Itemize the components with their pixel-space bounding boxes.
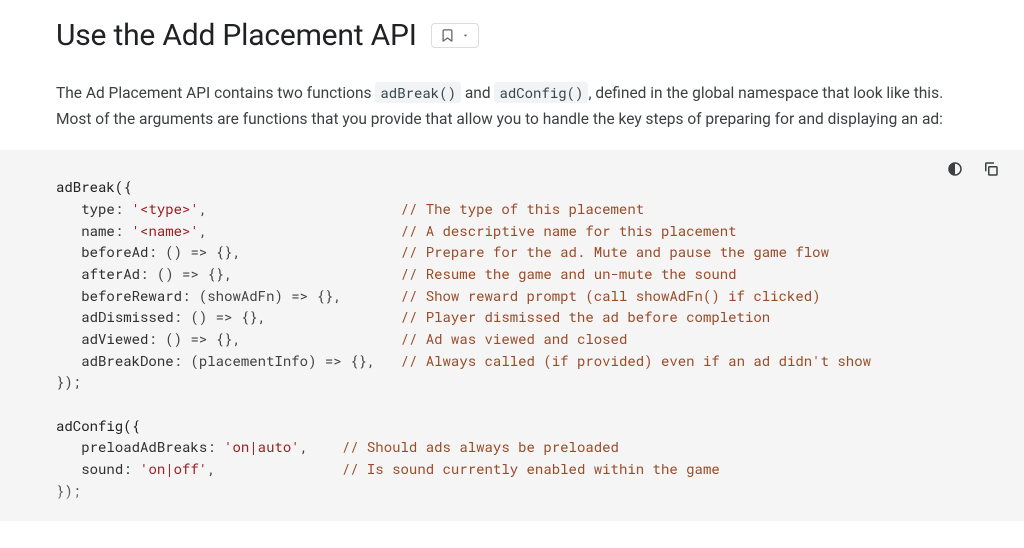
chevron-down-icon bbox=[461, 31, 470, 40]
theme-toggle-button[interactable] bbox=[944, 158, 966, 183]
intro-paragraph: The Ad Placement API contains two functi… bbox=[56, 81, 976, 132]
code-content: adBreak({ type: '<type>', // The type of… bbox=[56, 176, 992, 501]
inline-code-adbreak: adBreak() bbox=[375, 82, 461, 103]
copy-button[interactable] bbox=[980, 158, 1002, 183]
copy-icon bbox=[982, 166, 1000, 181]
page-title: Use the Add Placement API bbox=[56, 18, 417, 53]
theme-toggle-icon bbox=[946, 166, 964, 181]
bookmark-icon bbox=[440, 28, 455, 43]
code-block: adBreak({ type: '<type>', // The type of… bbox=[0, 150, 1024, 521]
inline-code-adconfig: adConfig() bbox=[494, 82, 588, 103]
bookmark-button[interactable] bbox=[431, 23, 479, 48]
